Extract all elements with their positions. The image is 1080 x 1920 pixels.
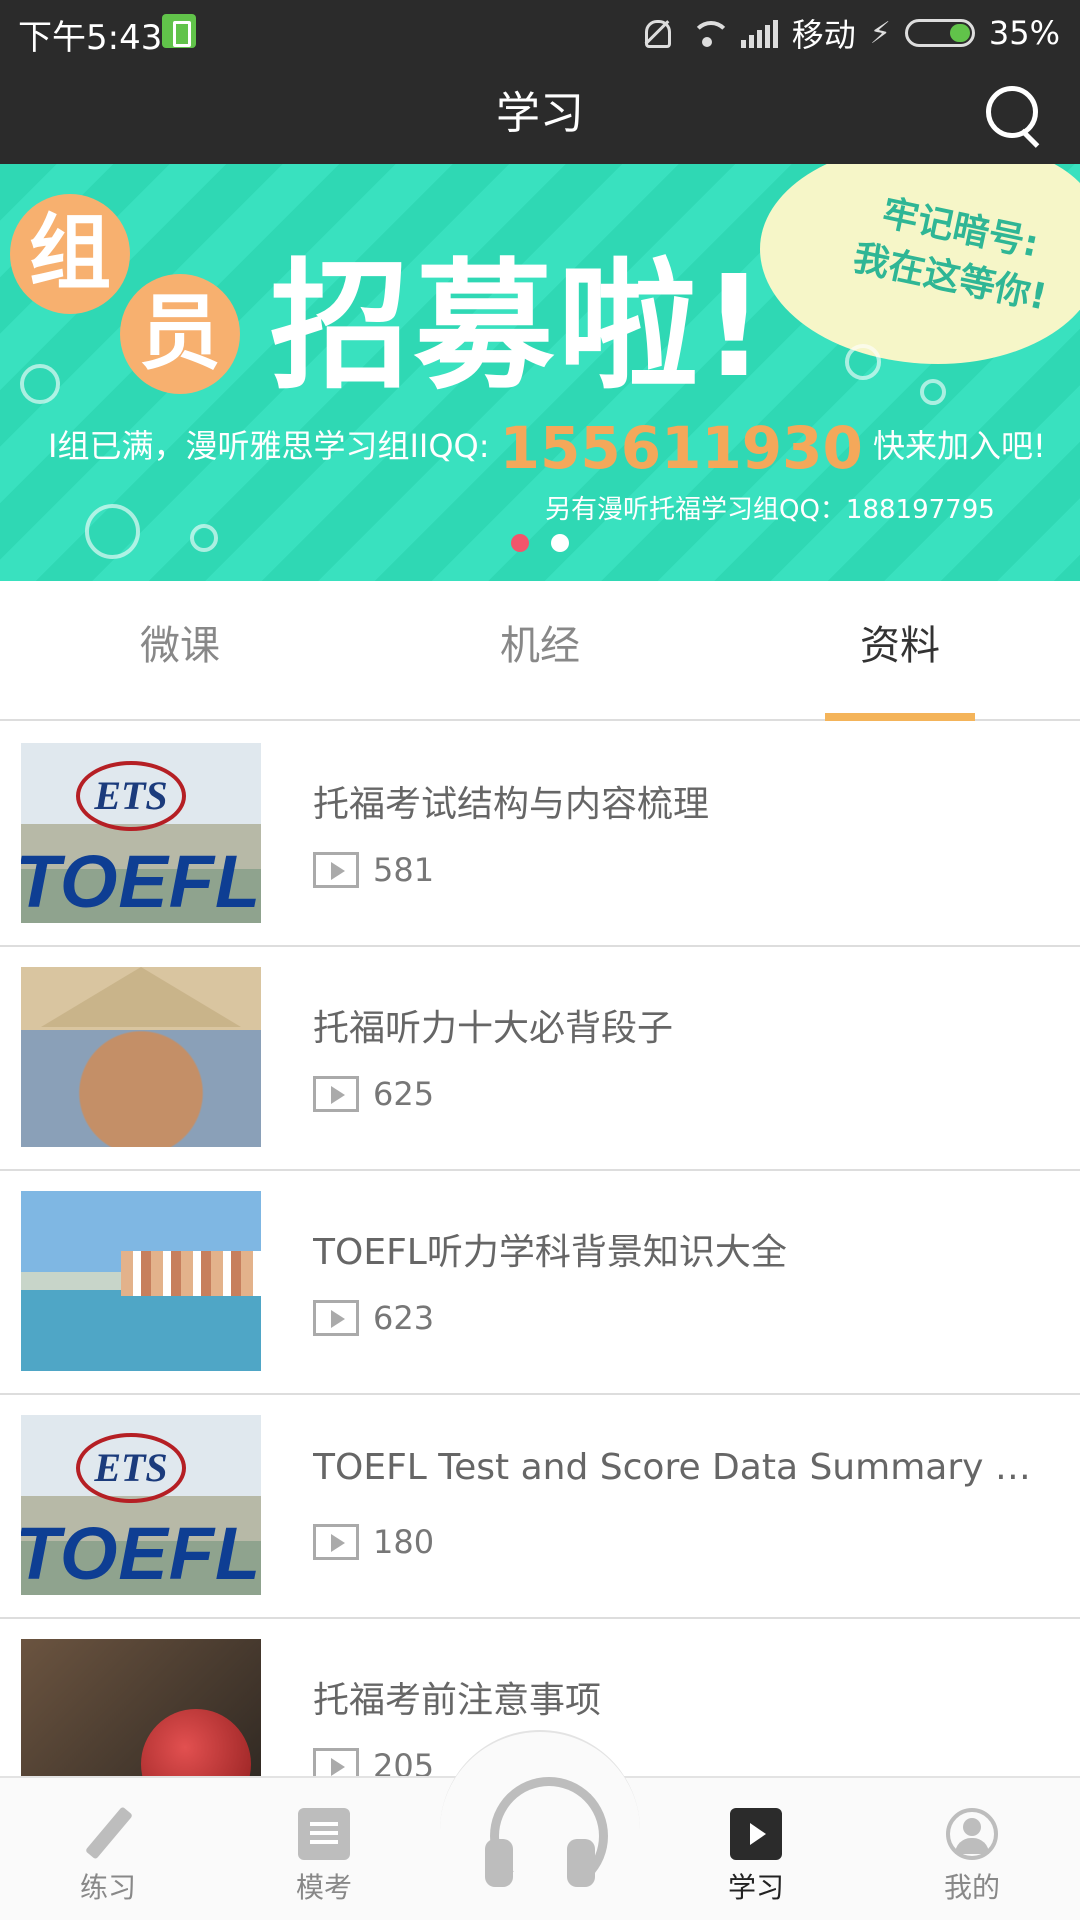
item-title: TOEFL Test and Score Data Summary 20... — [313, 1447, 1043, 1488]
headphones-icon — [485, 1777, 608, 1895]
item-meta: 623 — [313, 1299, 434, 1337]
banner-badge: 员 — [120, 274, 240, 394]
thumbnail-ets-toefl: ETS TOEFL — [21, 1415, 261, 1595]
search-icon[interactable] — [986, 86, 1044, 144]
banner-ring — [20, 364, 60, 404]
tab-materials[interactable]: 资料 — [720, 581, 1080, 721]
ets-logo: ETS — [76, 1433, 186, 1503]
nav-mock-exam[interactable]: 模考 — [244, 1808, 404, 1906]
banner-group-info: I组已满，漫听雅思学习组IIQQ: 155611930 快来加入吧! — [48, 414, 1046, 482]
banner-ring — [920, 379, 946, 405]
carousel-dot[interactable] — [551, 534, 569, 552]
play-count: 581 — [373, 851, 435, 889]
carousel-dot[interactable] — [511, 534, 529, 552]
item-title: 托福考前注意事项 — [313, 1680, 602, 1721]
list-item[interactable]: ETS TOEFL TOEFL Test and Score Data Summ… — [0, 1395, 1080, 1619]
battery-percent: 35% — [988, 14, 1060, 52]
charging-icon: ⚡ — [869, 15, 891, 51]
tab-materials-label: 资料 — [860, 623, 940, 669]
item-meta: 625 — [313, 1075, 434, 1113]
carrier-label: 移动 — [791, 16, 856, 54]
thumbnail-coastal-town — [21, 1191, 261, 1371]
nav-profile[interactable]: 我的 — [892, 1808, 1052, 1906]
play-count-icon — [313, 1524, 359, 1560]
banner-group-suffix: 快来加入吧! — [873, 427, 1046, 465]
item-title: TOEFL听力学科背景知识大全 — [313, 1232, 787, 1273]
toefl-logo: TOEFL — [21, 840, 261, 923]
banner-headline: 招募啦! — [270, 246, 770, 409]
item-meta: 581 — [313, 851, 434, 889]
nav-label: 模考 — [295, 1871, 352, 1904]
play-count-icon — [313, 1076, 359, 1112]
category-tabs: 微课 机经 资料 — [0, 581, 1080, 721]
wifi-icon — [687, 17, 731, 49]
carousel-indicator — [0, 534, 1080, 552]
banner-toefl-group: 另有漫听托福学习组QQ：188197795 — [545, 495, 995, 525]
play-count-icon — [313, 1300, 359, 1336]
toefl-logo: TOEFL — [21, 1512, 261, 1595]
tab-micro-course[interactable]: 微课 — [0, 581, 360, 721]
nav-study[interactable]: 学习 — [676, 1808, 836, 1906]
mute-bell-icon — [639, 16, 673, 50]
promo-banner[interactable]: 组 员 招募啦! 牢记暗号: 我在这等你! I组已满，漫听雅思学习组IIQQ: … — [0, 164, 1080, 581]
list-item[interactable]: TOEFL听力学科背景知识大全 623 — [0, 1171, 1080, 1395]
banner-ring — [845, 344, 881, 380]
play-square-icon — [730, 1808, 782, 1860]
signal-icon — [740, 18, 778, 48]
user-icon — [946, 1808, 998, 1860]
item-title: 托福听力十大必背段子 — [313, 1008, 674, 1049]
nav-label: 我的 — [943, 1871, 1000, 1904]
play-count: 625 — [373, 1075, 435, 1113]
nav-label: 学习 — [727, 1871, 784, 1904]
thumbnail-ets-toefl: ETS TOEFL — [21, 743, 261, 923]
play-count: 623 — [373, 1299, 435, 1337]
tab-exam-recall[interactable]: 机经 — [360, 581, 720, 721]
status-time: 下午5:43 — [18, 18, 163, 58]
document-icon — [298, 1808, 350, 1860]
page-title: 学习 — [496, 88, 584, 139]
banner-qq-number: 155611930 — [499, 414, 863, 482]
nav-practice[interactable]: 练习 — [28, 1808, 188, 1906]
pencil-icon — [82, 1808, 134, 1860]
battery-icon — [904, 19, 975, 47]
banner-group-prefix: I组已满，漫听雅思学习组IIQQ: — [48, 427, 490, 465]
thumbnail-student-book — [21, 967, 261, 1147]
material-list: ETS TOEFL 托福考试结构与内容梳理 581 托福听力十大必背段子 625… — [0, 723, 1080, 1843]
status-right: 移动 ⚡ 35% — [639, 10, 1060, 56]
active-tab-indicator — [825, 713, 975, 721]
play-count-icon — [313, 852, 359, 888]
battery-saver-icon — [162, 14, 196, 48]
status-bar: 下午5:43 移动 ⚡ 35% — [0, 0, 1080, 64]
play-count: 180 — [373, 1523, 435, 1561]
banner-badge: 组 — [10, 194, 130, 314]
item-title: 托福考试结构与内容梳理 — [313, 784, 710, 825]
listen-button[interactable] — [440, 1730, 640, 1920]
item-meta: 180 — [313, 1523, 434, 1561]
nav-label: 练习 — [79, 1871, 136, 1904]
app-bar: 学习 — [0, 64, 1080, 164]
ets-logo: ETS — [76, 761, 186, 831]
list-item[interactable]: 托福听力十大必背段子 625 — [0, 947, 1080, 1171]
list-item[interactable]: ETS TOEFL 托福考试结构与内容梳理 581 — [0, 723, 1080, 947]
